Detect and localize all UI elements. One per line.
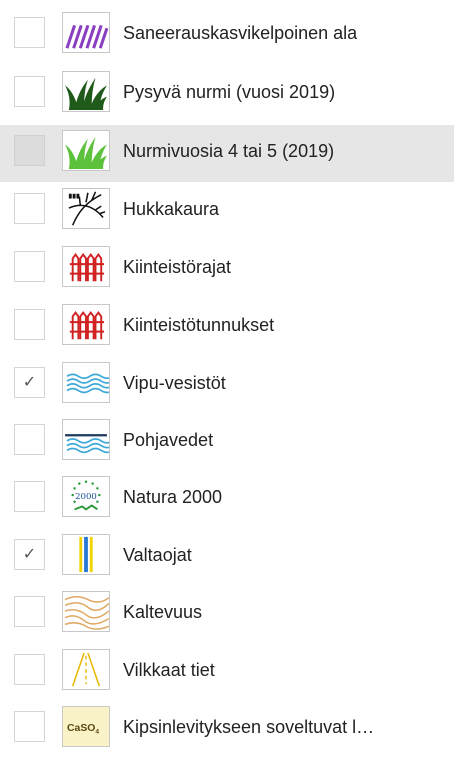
layer-row-kipsinlevitys[interactable]: CaSO4 Kipsinlevitykseen soveltuvat l… xyxy=(0,701,454,758)
caso4-text: CaSO xyxy=(67,723,95,734)
checkmark-icon: ✓ xyxy=(22,545,37,563)
layer-row-kaltevuus[interactable]: Kaltevuus xyxy=(0,586,454,643)
contour-lines-icon xyxy=(62,591,110,632)
layer-row-pohjavedet[interactable]: Pohjavedet xyxy=(0,414,454,471)
layer-checkbox[interactable] xyxy=(14,193,45,224)
layer-row-pysyva-nurmi[interactable]: Pysyvä nurmi (vuosi 2019) xyxy=(0,66,454,123)
checkmark-icon: ✓ xyxy=(22,373,37,391)
layer-row-kiinteistotunnukset[interactable]: Kiinteistötunnukset xyxy=(0,299,454,356)
layer-label: Kipsinlevitykseen soveltuvat l… xyxy=(123,717,375,737)
layer-label: Kiinteistötunnukset xyxy=(123,315,275,335)
main-ditch-icon xyxy=(62,534,110,575)
layer-list: Saneerauskasvikelpoinen ala Pysyvä nurmi… xyxy=(0,0,454,747)
layer-checkbox[interactable] xyxy=(14,481,45,512)
layer-label: Saneerauskasvikelpoinen ala xyxy=(123,23,358,43)
road-icon xyxy=(62,649,110,690)
layer-row-natura-2000[interactable]: 2000 Natura 2000 xyxy=(0,471,454,528)
groundwater-icon xyxy=(62,419,110,460)
layer-row-hukkakaura[interactable]: Hukkakaura xyxy=(0,183,454,240)
red-fence-icon xyxy=(62,304,110,345)
layer-checkbox[interactable]: ✓ xyxy=(14,367,45,398)
layer-label: Nurmivuosia 4 tai 5 (2019) xyxy=(123,141,335,161)
layer-label: Natura 2000 xyxy=(123,487,223,507)
layer-checkbox[interactable] xyxy=(14,76,45,107)
layer-checkbox[interactable] xyxy=(14,251,45,282)
layer-row-nurmivuosia[interactable]: Nurmivuosia 4 tai 5 (2019) xyxy=(0,125,454,182)
layer-label: Hukkakaura xyxy=(123,199,220,219)
purple-hatch-icon xyxy=(62,12,110,53)
layer-checkbox[interactable] xyxy=(14,711,45,742)
layer-checkbox[interactable] xyxy=(14,309,45,340)
layer-row-kiinteistorajat[interactable]: Kiinteistörajat xyxy=(0,241,454,298)
layer-label: Kaltevuus xyxy=(123,602,203,622)
water-waves-icon xyxy=(62,362,110,403)
svg-text:CaSO4: CaSO4 xyxy=(67,723,99,736)
caso4-subscript: 4 xyxy=(95,729,99,736)
layer-row-saneerauskasvikelpoinen-ala[interactable]: Saneerauskasvikelpoinen ala xyxy=(0,7,454,64)
layer-row-valtaojat[interactable]: ✓ Valtaojat xyxy=(0,529,454,586)
layer-label: Pysyvä nurmi (vuosi 2019) xyxy=(123,82,336,102)
layer-checkbox[interactable] xyxy=(14,654,45,685)
layer-checkbox[interactable] xyxy=(14,424,45,455)
layer-label: Vilkkaat tiet xyxy=(123,660,215,680)
layer-label: Vipu-vesistöt xyxy=(123,373,226,393)
natura-2000-icon: 2000 xyxy=(62,476,110,517)
natura-2000-text: 2000 xyxy=(75,492,97,502)
dark-grass-icon xyxy=(62,71,110,112)
layer-label: Kiinteistörajat xyxy=(123,257,232,277)
layer-label: Pohjavedet xyxy=(123,430,214,450)
layer-checkbox[interactable] xyxy=(14,596,45,627)
layer-checkbox[interactable] xyxy=(14,135,45,166)
layer-row-vipu-vesistot[interactable]: ✓ Vipu-vesistöt xyxy=(0,357,454,414)
layer-checkbox[interactable]: ✓ xyxy=(14,539,45,570)
layer-checkbox[interactable] xyxy=(14,17,45,48)
wild-oat-icon xyxy=(62,188,110,229)
light-grass-icon xyxy=(62,130,110,171)
layer-label: Valtaojat xyxy=(123,545,192,565)
red-fence-icon xyxy=(62,246,110,287)
caso4-icon: CaSO4 xyxy=(62,706,110,747)
layer-row-vilkkaat-tiet[interactable]: Vilkkaat tiet xyxy=(0,644,454,701)
